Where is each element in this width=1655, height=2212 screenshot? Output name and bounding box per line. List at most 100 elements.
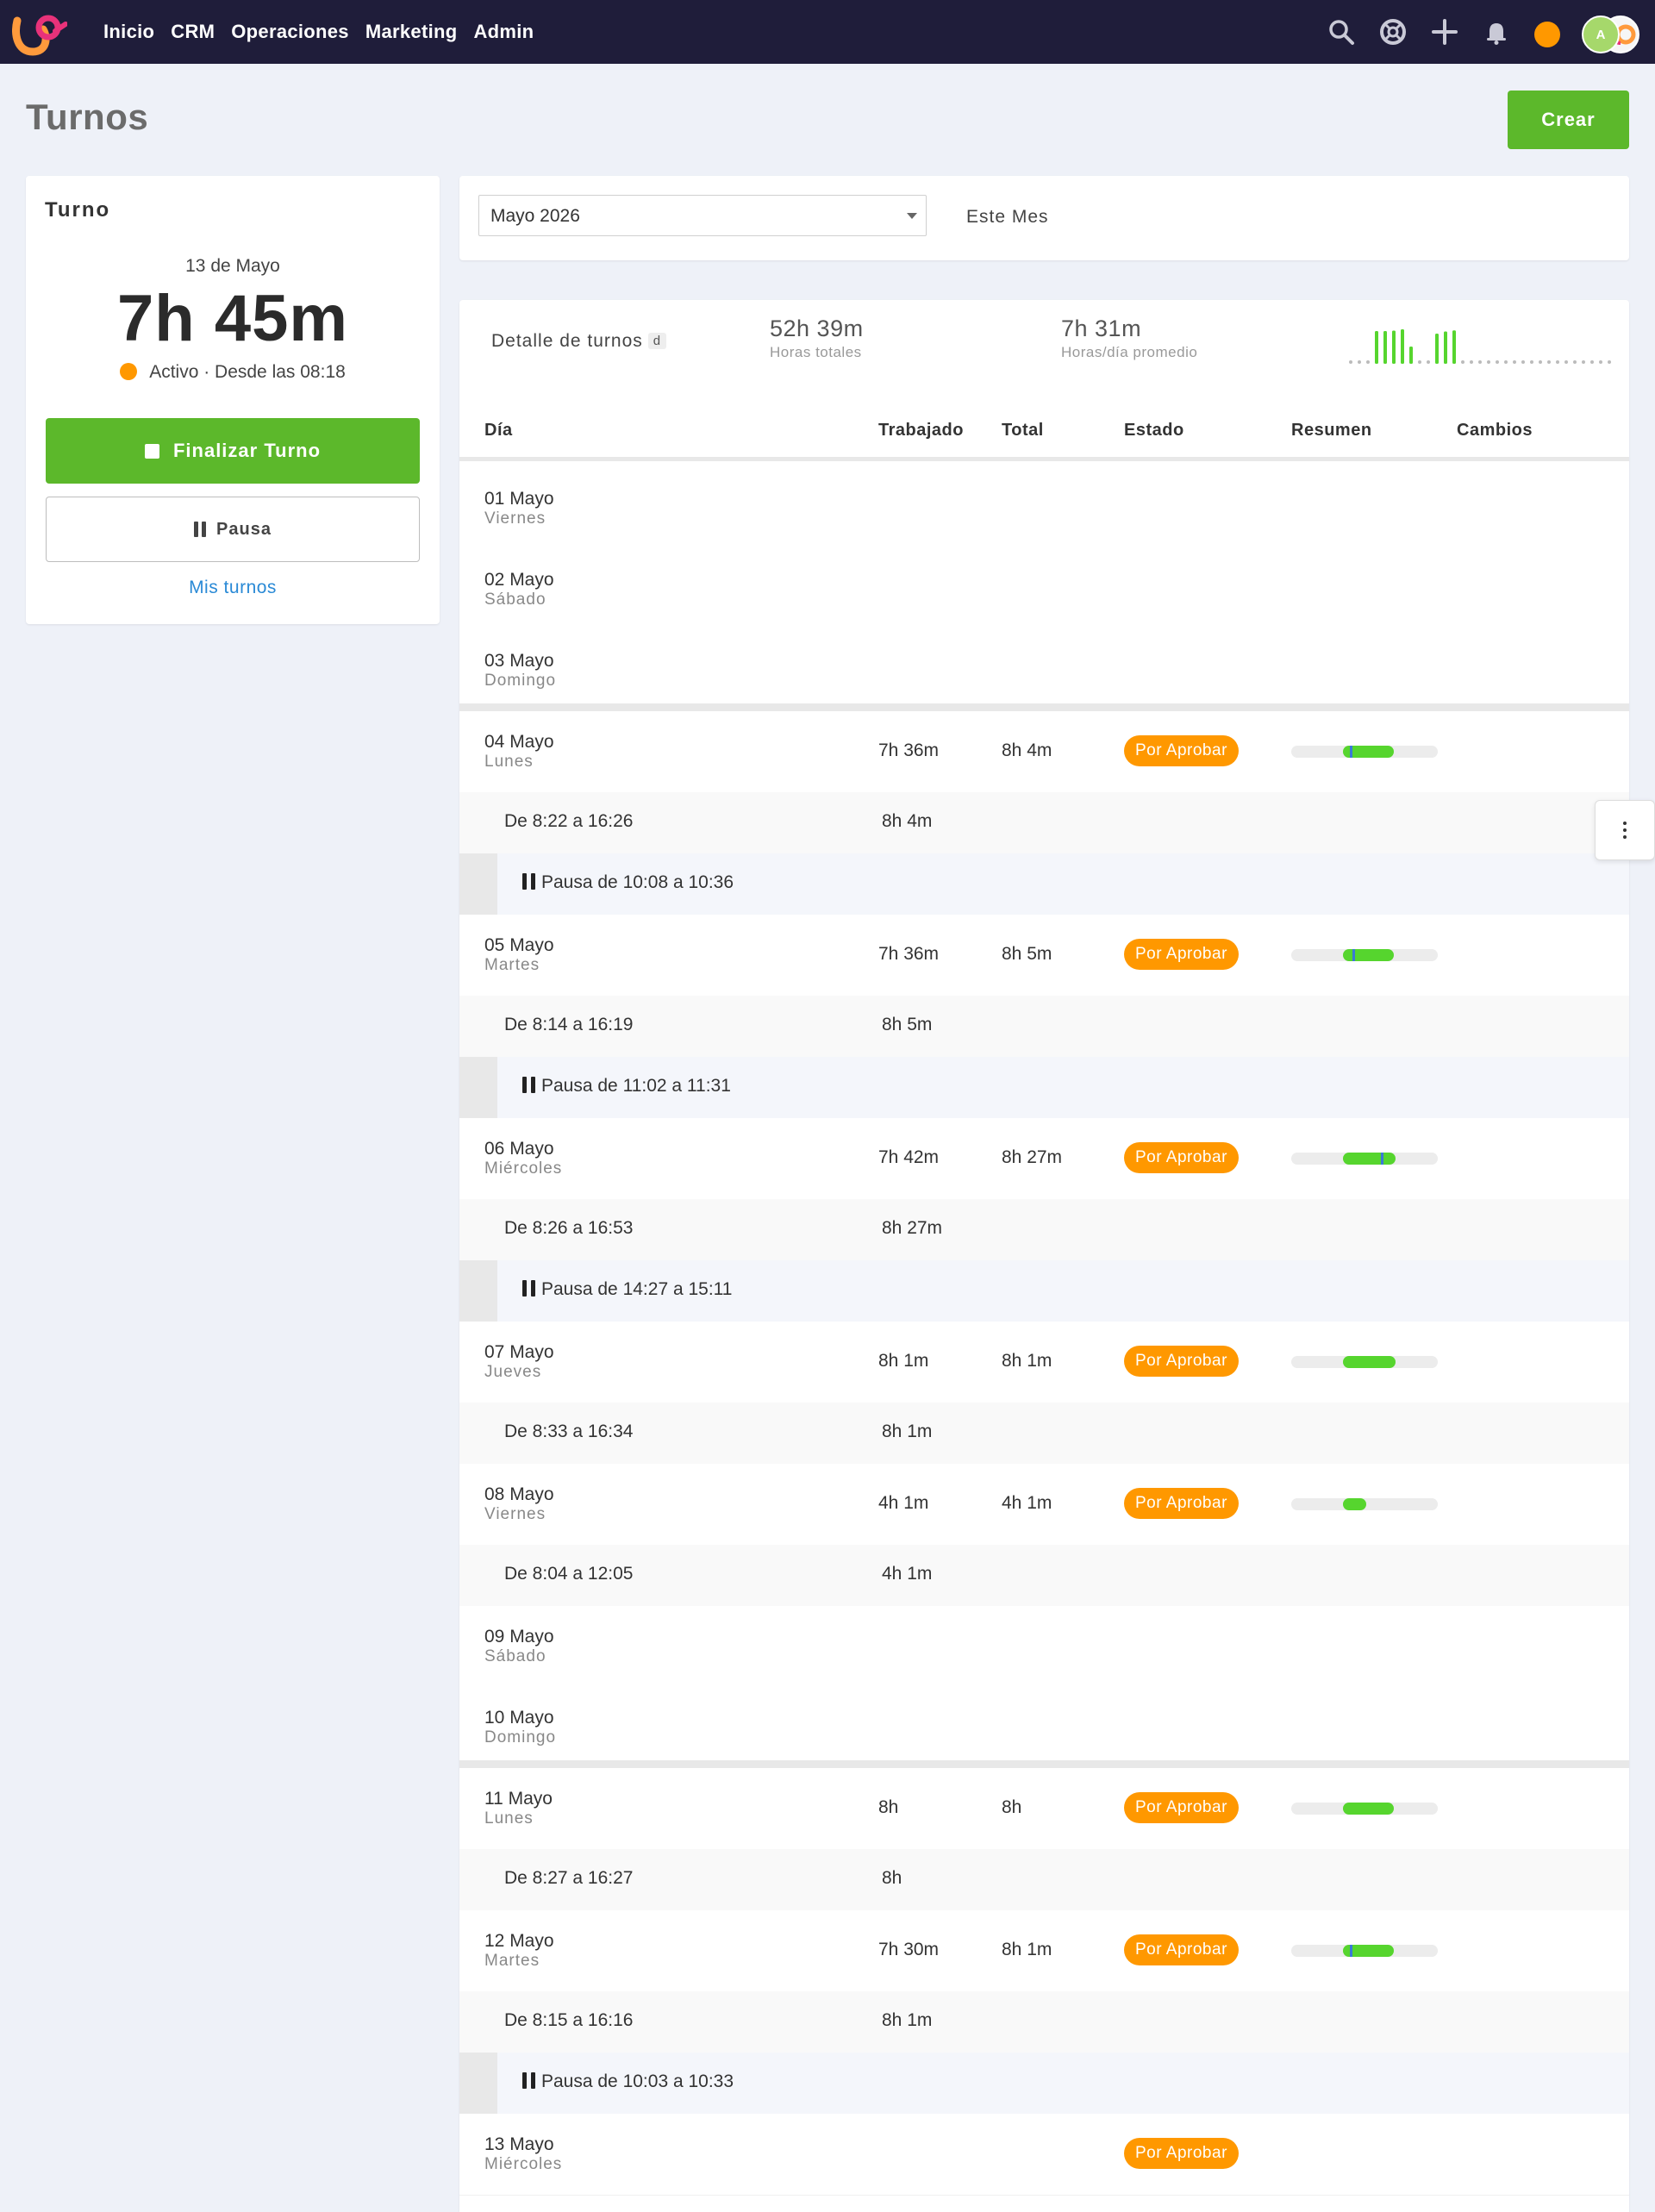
shift-row[interactable]: De 8:14 a 16:19 8h 5m xyxy=(459,996,1629,1058)
bell-icon[interactable] xyxy=(1483,18,1510,46)
col-total[interactable]: Total xyxy=(1002,421,1044,441)
shift-row[interactable]: De 8:33 a 16:34 8h 1m xyxy=(459,1403,1629,1465)
table-row[interactable]: 08 Mayo Viernes 4h 1m 4h 1m Por Aprobar xyxy=(459,1464,1629,1546)
spark-empty-dot xyxy=(1504,360,1508,364)
row-worked: 7h 36m xyxy=(878,944,940,964)
row-day: 06 Mayo xyxy=(484,1139,554,1159)
nav-inicio[interactable]: Inicio xyxy=(103,21,154,43)
pause-row[interactable]: Pausa de 11:02 a 11:31 xyxy=(459,1057,1629,1118)
status-badge[interactable]: Por Aprobar xyxy=(1124,2138,1239,2169)
status-badge[interactable]: Por Aprobar xyxy=(1124,1792,1239,1823)
shift-row[interactable]: De 8:15 a 16:16 8h 1m xyxy=(459,1991,1629,2053)
row-weekday: Lunes xyxy=(484,1809,534,1828)
more-options-button[interactable] xyxy=(1595,800,1655,860)
search-icon[interactable] xyxy=(1327,18,1355,46)
spark-bar xyxy=(1409,347,1413,364)
table-row[interactable]: 06 Mayo Miércoles 7h 42m 8h 27m Por Aprobar xyxy=(459,1118,1629,1200)
row-day: 07 Mayo xyxy=(484,1342,554,1362)
nav-operaciones[interactable]: Operaciones xyxy=(231,21,349,43)
card-title: Turno xyxy=(45,198,111,222)
pause-marker xyxy=(1350,1945,1352,1957)
row-day: 01 Mayo xyxy=(484,489,554,509)
status-badge[interactable]: Por Aprobar xyxy=(1124,1488,1239,1519)
dot-icon xyxy=(1623,835,1627,839)
end-shift-button[interactable]: Finalizar Turno xyxy=(46,418,420,484)
user-avatar[interactable]: A xyxy=(1582,16,1620,53)
pause-icon xyxy=(522,1280,535,1297)
pause-icon xyxy=(522,2072,535,2089)
month-select[interactable]: Mayo 2026 xyxy=(478,195,927,236)
user-status-indicator[interactable] xyxy=(1534,22,1560,47)
row-weekday: Viernes xyxy=(484,1505,546,1523)
pause-button[interactable]: Pausa xyxy=(46,497,420,562)
col-resumen[interactable]: Resumen xyxy=(1291,421,1372,441)
shift-total: 8h 27m xyxy=(882,1218,943,1238)
table-row[interactable]: 11 Mayo Lunes 8h 8h Por Aprobar xyxy=(459,1768,1629,1850)
table-row[interactable]: 05 Mayo Martes 7h 36m 8h 5m Por Aprobar xyxy=(459,915,1629,997)
nav-marketing[interactable]: Marketing xyxy=(365,21,458,43)
status-badge[interactable]: Por Aprobar xyxy=(1124,1142,1239,1173)
table-row[interactable]: 01 Mayo Viernes xyxy=(459,468,1629,550)
pause-range: Pausa de 10:08 a 10:36 xyxy=(541,872,734,892)
pause-row[interactable]: Pausa de 10:03 a 10:33 xyxy=(459,2053,1629,2114)
shift-total: 8h 4m xyxy=(882,811,933,831)
help-lifebuoy-icon[interactable] xyxy=(1379,18,1407,46)
table-row[interactable]: 13 Mayo Miércoles Por Aprobar xyxy=(459,2114,1629,2196)
spark-empty-dot xyxy=(1590,360,1594,364)
table-row[interactable]: 09 Mayo Sábado xyxy=(459,1606,1629,1688)
row-weekday: Martes xyxy=(484,956,540,974)
spark-empty-dot xyxy=(1530,360,1533,364)
shift-total: 8h xyxy=(882,1868,902,1888)
spark-empty-dot xyxy=(1461,360,1465,364)
table-row[interactable]: 02 Mayo Sábado xyxy=(459,549,1629,631)
row-day: 09 Mayo xyxy=(484,1627,554,1647)
table-row[interactable]: 07 Mayo Jueves 8h 1m 8h 1m Por Aprobar xyxy=(459,1322,1629,1403)
table-row[interactable]: 03 Mayo Domingo xyxy=(459,630,1629,712)
pause-text: Pausa de 10:03 a 10:33 xyxy=(522,2071,734,2092)
row-worked: 8h 1m xyxy=(878,1351,929,1371)
plus-icon[interactable] xyxy=(1431,18,1458,46)
pause-range: Pausa de 11:02 a 11:31 xyxy=(541,1076,731,1096)
pause-row[interactable]: Pausa de 14:27 a 15:11 xyxy=(459,1260,1629,1322)
col-cambios[interactable]: Cambios xyxy=(1457,421,1533,441)
status-badge[interactable]: Por Aprobar xyxy=(1124,1346,1239,1377)
pause-indent xyxy=(459,1260,497,1322)
pause-icon xyxy=(522,873,535,890)
spark-empty-dot xyxy=(1582,360,1585,364)
pause-text: Pausa de 10:08 a 10:36 xyxy=(522,872,734,893)
col-trabajado[interactable]: Trabajado xyxy=(878,421,964,441)
row-day: 05 Mayo xyxy=(484,935,554,955)
current-shift-card: Turno 13 de Mayo 7h 45m Activo · Desde l… xyxy=(26,176,440,624)
status-badge[interactable]: Por Aprobar xyxy=(1124,1934,1239,1965)
shift-range: De 8:14 a 16:19 xyxy=(504,1015,634,1034)
spark-bar xyxy=(1392,330,1396,364)
pause-row[interactable]: Pausa de 10:08 a 10:36 xyxy=(459,853,1629,915)
shift-row[interactable]: De 8:22 a 16:26 8h 4m xyxy=(459,792,1629,854)
create-button[interactable]: Crear xyxy=(1508,91,1629,149)
summary-bar xyxy=(1291,1153,1438,1165)
table-row[interactable]: 12 Mayo Martes 7h 30m 8h 1m Por Aprobar xyxy=(459,1910,1629,1992)
table-row[interactable]: 10 Mayo Domingo xyxy=(459,1687,1629,1769)
status-badge[interactable]: Por Aprobar xyxy=(1124,735,1239,766)
shift-range: De 8:33 a 16:34 xyxy=(504,1422,634,1441)
spark-empty-dot xyxy=(1478,360,1482,364)
shift-row[interactable]: De 8:27 a 16:27 8h xyxy=(459,1849,1629,1911)
shift-row[interactable]: De 8:26 a 16:53 8h 27m xyxy=(459,1199,1629,1261)
table-row[interactable]: 04 Mayo Lunes 7h 36m 8h 4m Por Aprobar xyxy=(459,711,1629,793)
status-badge[interactable]: Por Aprobar xyxy=(1124,939,1239,970)
active-dot-icon xyxy=(120,363,138,380)
spark-empty-dot xyxy=(1418,360,1421,364)
shift-date: 13 de Mayo xyxy=(185,256,280,276)
top-navigation-bar: Inicio CRM Operaciones Marketing Admin A xyxy=(0,0,1655,64)
col-estado[interactable]: Estado xyxy=(1124,421,1184,441)
this-month-button[interactable]: Este Mes xyxy=(966,207,1049,228)
spark-bar xyxy=(1401,329,1404,364)
nav-admin[interactable]: Admin xyxy=(473,21,534,43)
col-dia[interactable]: Día xyxy=(484,421,513,441)
shift-row[interactable]: De 8:04 a 12:05 4h 1m xyxy=(459,1545,1629,1607)
summary-bar xyxy=(1291,1356,1438,1368)
app-logo[interactable] xyxy=(12,9,67,57)
my-shifts-link[interactable]: Mis turnos xyxy=(26,578,440,598)
summary-bar xyxy=(1291,746,1438,758)
nav-crm[interactable]: CRM xyxy=(171,21,215,43)
